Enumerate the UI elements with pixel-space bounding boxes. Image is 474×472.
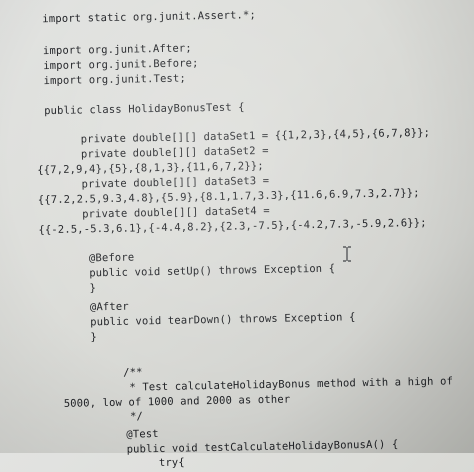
code-line-javadoc-close: */ bbox=[129, 410, 144, 423]
code-line-class-declaration: public class HolidayBonusTest { bbox=[44, 101, 245, 118]
text-cursor-icon bbox=[343, 246, 351, 262]
code-line-setup-close-brace: } bbox=[89, 282, 97, 295]
code-line-javadoc-open: /** bbox=[123, 366, 143, 379]
code-line-dataset2-values: {{7,2,9,4},{5},{8,1,3},{11,6,7,2}}; bbox=[37, 159, 264, 177]
code-line-dataset4-declaration: private double[][] dataSet4 = bbox=[82, 204, 270, 221]
code-line-test-method: public void testCalculateHolidayBonusA()… bbox=[126, 438, 399, 456]
code-line-test-annotation: @Test bbox=[126, 428, 159, 441]
code-line-javadoc-description-cont: 5000, low of 1000 and 2000 as other bbox=[63, 393, 291, 410]
code-line-setup-method: public void setUp() throws Exception { bbox=[89, 262, 336, 280]
code-line-javadoc-description: * Test calculateHolidayBonus method with… bbox=[129, 375, 454, 394]
code-line-import-assert: import static org.junit.Assert.*; bbox=[42, 9, 257, 26]
code-line-dataset2-declaration: private double[][] dataSet2 = bbox=[80, 144, 269, 161]
code-line-teardown-close-brace: } bbox=[90, 331, 98, 344]
code-line-before-annotation: @Before bbox=[88, 251, 135, 265]
code-editor[interactable]: import static org.junit.Assert.*; import… bbox=[0, 0, 474, 469]
code-line-import-test: import org.junit.Test; bbox=[43, 72, 187, 88]
code-line-after-annotation: @After bbox=[89, 300, 129, 314]
code-line-teardown-method: public void tearDown() throws Exception … bbox=[90, 311, 356, 329]
code-line-import-before: import org.junit.Before; bbox=[43, 57, 199, 73]
code-line-dataset3-declaration: private double[][] dataSet3 = bbox=[81, 174, 270, 191]
code-line-dataset1: private double[][] dataSet1 = {{1,2,3},{… bbox=[80, 126, 431, 146]
code-line-try: try{ bbox=[158, 456, 185, 470]
code-line-import-after: import org.junit.After; bbox=[42, 42, 192, 58]
